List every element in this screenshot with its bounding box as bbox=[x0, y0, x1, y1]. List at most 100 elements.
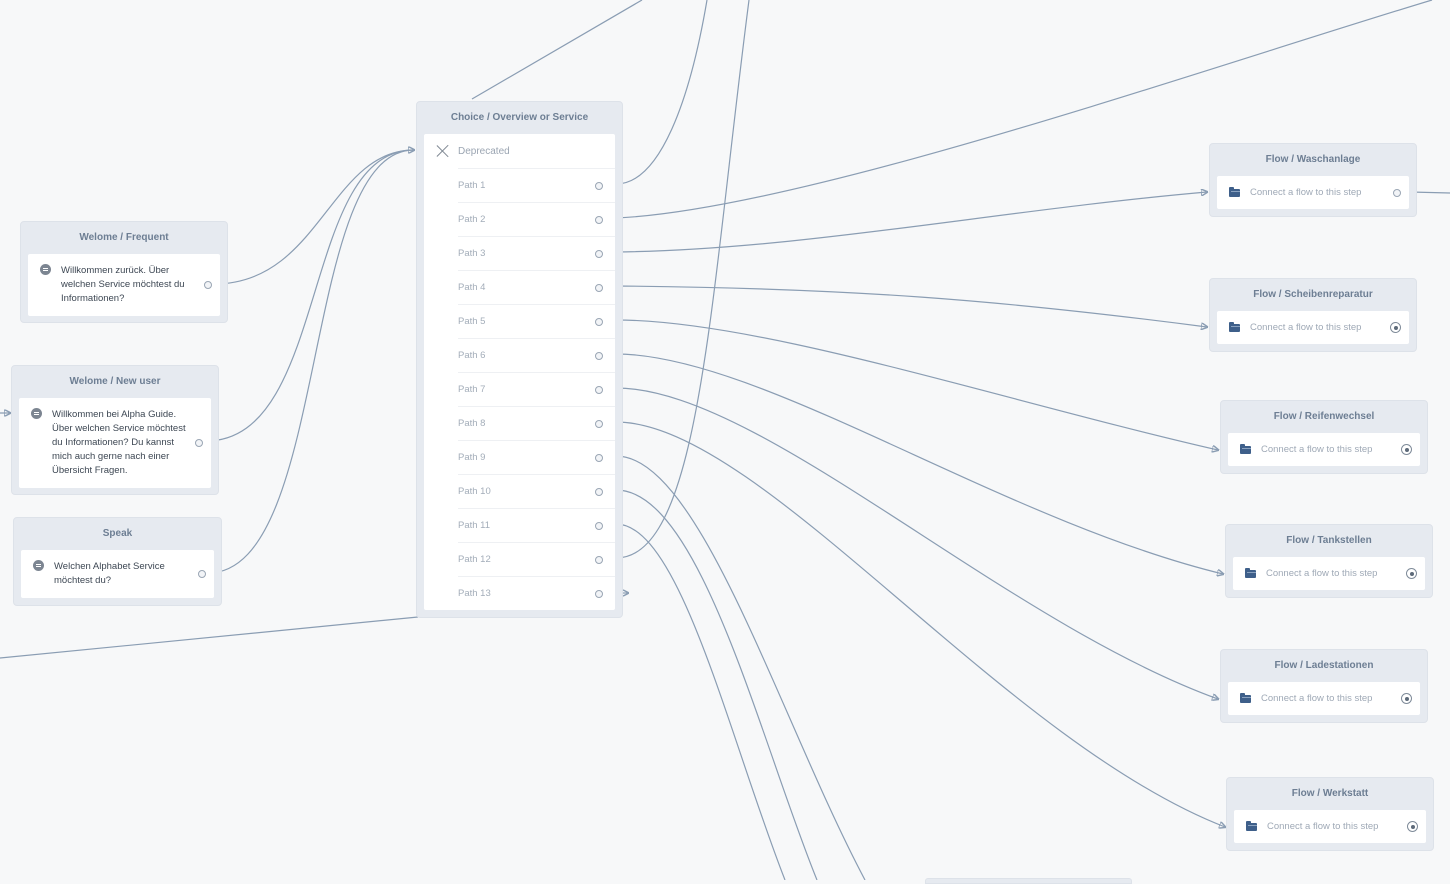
speak-card[interactable]: Welchen Alphabet Service möchtest du? bbox=[21, 550, 214, 598]
speak-text: Willkommen bei Alpha Guide. Über welchen… bbox=[52, 409, 186, 476]
edge-top-to-choice bbox=[471, 0, 643, 100]
output-port[interactable] bbox=[595, 589, 603, 598]
output-port[interactable] bbox=[198, 570, 206, 578]
path-label: Path 7 bbox=[458, 384, 486, 395]
deprecated-label: Deprecated bbox=[458, 145, 510, 157]
folder-icon bbox=[1229, 321, 1240, 332]
output-port[interactable] bbox=[595, 283, 603, 292]
choice-path-row[interactable]: Path 5 bbox=[458, 304, 615, 338]
edge-bottom-left bbox=[0, 616, 419, 659]
node-flow-werkstatt[interactable]: Flow / Werkstatt Connect a flow to this … bbox=[1226, 777, 1434, 851]
choice-path-row[interactable]: Path 6 bbox=[458, 338, 615, 372]
speech-bubble-icon bbox=[31, 408, 42, 419]
output-port[interactable] bbox=[595, 555, 603, 564]
output-port[interactable] bbox=[595, 385, 603, 394]
target-icon[interactable] bbox=[1401, 444, 1412, 455]
output-port[interactable] bbox=[595, 351, 603, 360]
path-label: Path 13 bbox=[458, 588, 491, 599]
folder-icon bbox=[1229, 186, 1240, 197]
choice-path-row[interactable]: Path 12 bbox=[458, 542, 615, 576]
path-label: Path 8 bbox=[458, 418, 486, 429]
flow-card[interactable]: Connect a flow to this step bbox=[1217, 311, 1409, 344]
output-port[interactable] bbox=[595, 487, 603, 496]
path-label: Path 11 bbox=[458, 520, 491, 531]
target-icon[interactable] bbox=[1401, 693, 1412, 704]
flow-card[interactable]: Connect a flow to this step bbox=[1217, 176, 1409, 209]
choice-path-row[interactable]: Path 11 bbox=[458, 508, 615, 542]
output-port[interactable] bbox=[595, 181, 603, 190]
edge-frequent-to-choice bbox=[213, 150, 414, 285]
speak-card[interactable]: Willkommen bei Alpha Guide. Über welchen… bbox=[19, 398, 211, 488]
path-label: Path 6 bbox=[458, 350, 486, 361]
edge-path12 bbox=[615, 0, 750, 559]
choice-path-row[interactable]: Path 13 bbox=[458, 576, 615, 610]
path-label: Path 3 bbox=[458, 248, 486, 259]
edge-path1 bbox=[615, 0, 708, 185]
speak-card[interactable]: Willkommen zurück. Über welchen Service … bbox=[28, 254, 220, 316]
flow-card[interactable]: Connect a flow to this step bbox=[1228, 433, 1420, 466]
output-port[interactable] bbox=[195, 439, 203, 447]
edge-path8 bbox=[615, 421, 1225, 827]
output-port[interactable] bbox=[204, 281, 212, 289]
node-title: Choice / Overview or Service bbox=[450, 112, 589, 123]
node-title: Flow / Tankstellen bbox=[1286, 535, 1372, 546]
flow-text: Connect a flow to this step bbox=[1267, 821, 1379, 832]
output-port[interactable] bbox=[595, 249, 603, 258]
flow-text: Connect a flow to this step bbox=[1266, 568, 1378, 579]
target-icon[interactable] bbox=[1390, 322, 1401, 333]
output-port[interactable] bbox=[595, 317, 603, 326]
output-port[interactable] bbox=[1393, 188, 1401, 197]
flow-card[interactable]: Connect a flow to this step bbox=[1228, 682, 1420, 715]
node-title: Welome / New user bbox=[69, 376, 161, 387]
edge-path5 bbox=[615, 319, 1218, 450]
node-speak[interactable]: Speak Welchen Alphabet Service möchtest … bbox=[13, 517, 222, 606]
node-flow-reifenwechsel[interactable]: Flow / Reifenwechsel Connect a flow to t… bbox=[1220, 400, 1428, 474]
node-flow-waschanlage[interactable]: Flow / Waschanlage Connect a flow to thi… bbox=[1209, 143, 1417, 217]
speech-bubble-icon bbox=[40, 264, 51, 275]
edge-newuser-to-choice bbox=[205, 149, 415, 442]
choice-path-row[interactable]: Path 7 bbox=[458, 372, 615, 406]
folder-icon bbox=[1245, 567, 1256, 578]
node-choice[interactable]: Choice / Overview or Service Deprecated … bbox=[416, 101, 623, 618]
node-title: Welome / Frequent bbox=[79, 232, 169, 243]
path-label: Path 2 bbox=[458, 214, 486, 225]
output-port[interactable] bbox=[595, 419, 603, 428]
target-icon[interactable] bbox=[1406, 568, 1417, 579]
choice-path-row[interactable]: Path 4 bbox=[458, 270, 615, 304]
output-port[interactable] bbox=[595, 521, 603, 530]
folder-icon bbox=[1240, 443, 1251, 454]
flow-card[interactable]: Connect a flow to this step bbox=[1233, 557, 1425, 590]
path-label: Path 4 bbox=[458, 282, 486, 293]
node-title: Flow / Waschanlage bbox=[1265, 154, 1361, 165]
target-icon[interactable] bbox=[1407, 821, 1418, 832]
flow-text: Connect a flow to this step bbox=[1250, 322, 1362, 333]
edge-speak-to-choice bbox=[207, 149, 415, 574]
flow-text: Connect a flow to this step bbox=[1261, 444, 1373, 455]
deprecated-row[interactable]: Deprecated bbox=[424, 134, 615, 168]
choice-path-row[interactable]: Path 9 bbox=[458, 440, 615, 474]
node-flow-scheibenreparatur[interactable]: Flow / Scheibenreparatur Connect a flow … bbox=[1209, 278, 1417, 352]
flow-card[interactable]: Connect a flow to this step bbox=[1234, 810, 1426, 843]
output-port[interactable] bbox=[595, 215, 603, 224]
choice-path-row[interactable]: Path 3 bbox=[458, 236, 615, 270]
choice-path-row[interactable]: Path 8 bbox=[458, 406, 615, 440]
node-welcome-new-user[interactable]: Welome / New user Willkommen bei Alpha G… bbox=[11, 365, 219, 495]
edge-path4 bbox=[615, 285, 1207, 327]
folder-icon bbox=[1240, 692, 1251, 703]
node-welcome-frequent[interactable]: Welome / Frequent Willkommen zurück. Übe… bbox=[20, 221, 228, 323]
choice-path-row[interactable]: Path 1 bbox=[458, 168, 615, 202]
node-title: Flow / Reifenwechsel bbox=[1273, 411, 1375, 422]
edge-path11 bbox=[615, 523, 786, 880]
node-flow-ladestationen[interactable]: Flow / Ladestationen Connect a flow to t… bbox=[1220, 649, 1428, 723]
node-flow-tankstellen[interactable]: Flow / Tankstellen Connect a flow to thi… bbox=[1225, 524, 1433, 598]
choice-list: Deprecated Path 1 Path 2 Path 3 Path 4 Path … bbox=[424, 134, 615, 610]
path-label: Path 10 bbox=[458, 486, 491, 497]
output-port[interactable] bbox=[595, 453, 603, 462]
node-title: Flow / Ladestationen bbox=[1274, 660, 1374, 671]
node-title: Flow / Scheibenreparatur bbox=[1253, 289, 1373, 300]
choice-path-row[interactable]: Path 2 bbox=[458, 202, 615, 236]
path-label: Path 12 bbox=[458, 554, 491, 565]
choice-path-row[interactable]: Path 10 bbox=[458, 474, 615, 508]
node-title: Flow / Werkstatt bbox=[1291, 788, 1369, 799]
offscreen-node[interactable] bbox=[925, 878, 1132, 884]
